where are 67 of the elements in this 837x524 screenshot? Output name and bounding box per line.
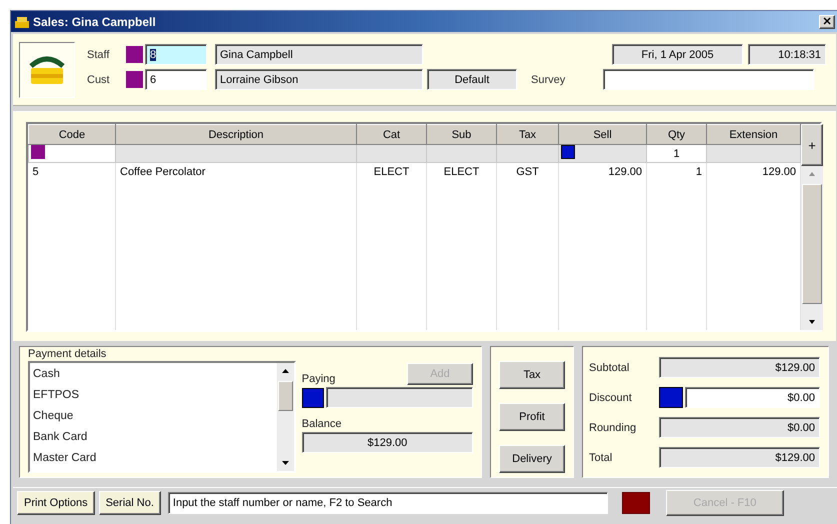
action-button[interactable]: Delivery: [499, 445, 565, 473]
time-field: 10:18:31: [748, 44, 826, 65]
column-header[interactable]: Cat: [356, 124, 426, 144]
column-header[interactable]: Tax: [496, 124, 558, 144]
paying-field[interactable]: [326, 387, 473, 408]
lookup-marker-icon: [126, 46, 143, 63]
amount-field[interactable]: $0.00: [685, 387, 820, 408]
field-label: Staff: [87, 48, 110, 60]
field-label: Total: [589, 452, 614, 464]
price-level-field: Default: [427, 69, 517, 90]
field-label: Rounding: [589, 422, 638, 434]
column-header[interactable]: Sub: [426, 124, 496, 144]
toolbar-button[interactable]: Serial No.: [98, 490, 161, 514]
payment-method-item[interactable]: Cash: [33, 364, 274, 385]
column-header[interactable]: Sell: [558, 124, 646, 144]
quantity-field[interactable]: 1: [673, 148, 680, 160]
column-header[interactable]: Extension: [706, 124, 800, 144]
field-label: Balance: [302, 418, 343, 430]
lookup-marker-icon: [31, 145, 45, 159]
paying-marker-icon: [302, 388, 324, 408]
payment-method-item[interactable]: Master Card: [33, 448, 274, 469]
table-cell: 5: [32, 166, 39, 178]
cash-drawer-icon: [19, 42, 75, 98]
staff-number-field[interactable]: 8: [145, 44, 207, 65]
discount-marker-icon: [659, 387, 683, 408]
column-header[interactable]: Qty: [646, 124, 706, 144]
table-cell: ELECT: [374, 166, 410, 178]
window-title: Sales: Gina Campbell: [33, 14, 156, 28]
field-label: Subtotal: [589, 362, 630, 374]
survey-field[interactable]: [603, 69, 814, 90]
balance-field: $129.00: [302, 432, 473, 453]
scrollbar-thumb[interactable]: [278, 381, 293, 411]
staff-name-field: Gina Campbell: [215, 44, 423, 65]
field-label: Survey: [531, 74, 566, 86]
field-label: Discount: [589, 392, 633, 404]
action-button[interactable]: Tax: [499, 361, 565, 389]
customer-number-field[interactable]: 6: [145, 69, 207, 90]
field-label: Paying: [302, 373, 336, 385]
date-field: Fri, 1 Apr 2005: [612, 44, 743, 65]
table-cell: 129.00: [762, 166, 796, 178]
toolbar-button[interactable]: Print Options: [17, 490, 95, 514]
amount-field: $0.00: [659, 417, 820, 438]
status-indicator-icon: [622, 492, 650, 514]
close-button[interactable]: ✕: [819, 14, 835, 28]
section-title: Payment details: [28, 348, 108, 361]
column-header[interactable]: Code: [28, 124, 116, 144]
table-cell: ELECT: [444, 166, 480, 178]
amount-field: $129.00: [659, 357, 820, 378]
table-cell: 1: [696, 166, 702, 178]
lookup-marker-icon: [126, 71, 143, 88]
price-marker-icon: [561, 145, 575, 159]
customer-name-field: Lorraine Gibson: [215, 69, 423, 90]
table-cell: GST: [516, 166, 539, 178]
table-cell: Coffee Percolator: [120, 166, 206, 178]
table-cell: 129.00: [608, 166, 642, 178]
add-row-button[interactable]: +: [801, 124, 823, 166]
scrollbar-thumb[interactable]: [802, 184, 822, 304]
payment-method-list[interactable]: Cash EFTPOS Cheque Bank Card Master Card: [28, 361, 296, 473]
amount-field: $129.00: [659, 447, 820, 468]
payment-method-item[interactable]: EFTPOS: [33, 385, 274, 406]
payment-method-item[interactable]: Cheque: [33, 406, 274, 427]
money-icon: [14, 14, 30, 28]
field-label: Cust: [87, 74, 111, 86]
column-header[interactable]: Description: [116, 124, 356, 144]
status-message: Input the staff number or name, F2 to Search: [168, 492, 608, 514]
action-button[interactable]: Profit: [499, 403, 565, 431]
payment-method-item[interactable]: Bank Card: [33, 427, 274, 448]
